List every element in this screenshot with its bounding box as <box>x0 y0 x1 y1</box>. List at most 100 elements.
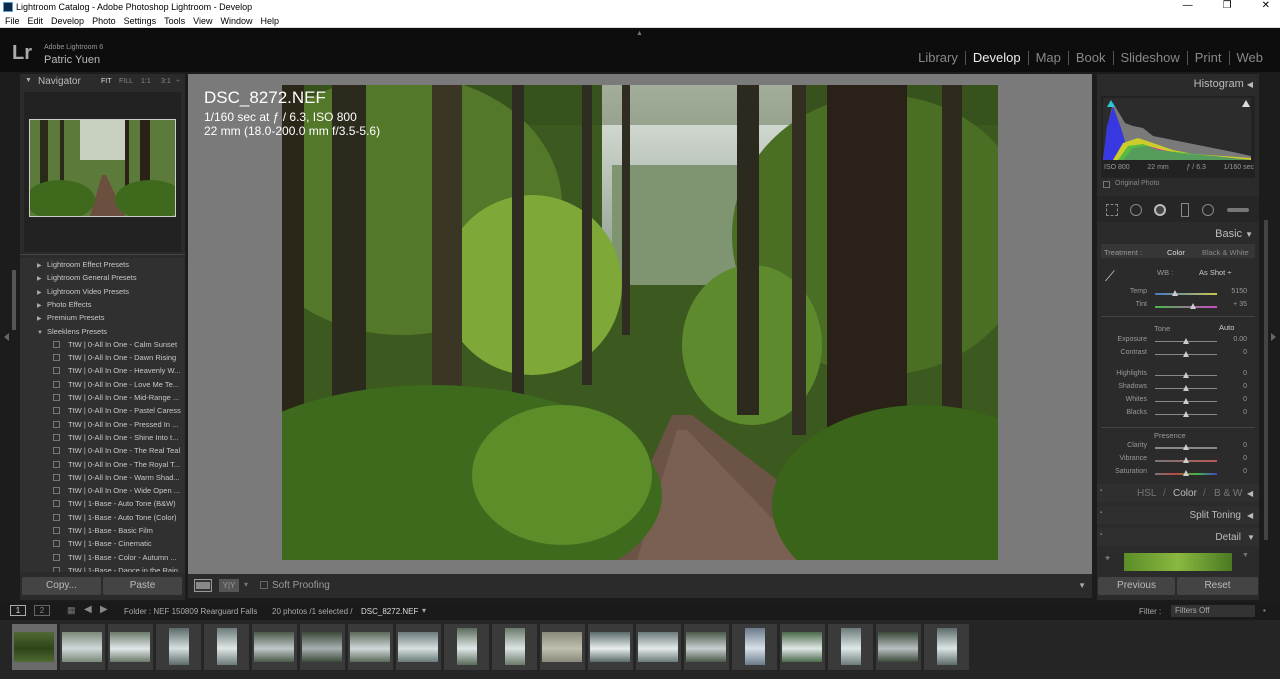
preset-item[interactable]: TtW | 0-All In One - Dawn Rising <box>20 353 185 366</box>
menu-help[interactable]: Help <box>261 14 280 26</box>
hsl-tab[interactable]: HSL <box>1137 488 1156 499</box>
folder-path[interactable]: Folder : NEF 150809 Rearguard Falls <box>124 607 257 616</box>
soft-proofing-checkbox[interactable] <box>260 581 268 589</box>
slider-knob[interactable] <box>1183 470 1189 476</box>
slider-tint[interactable]: Tint + 35 <box>1097 301 1259 313</box>
collapse-top-icon[interactable]: ▲ <box>636 30 643 37</box>
back-arrow-icon[interactable]: ◀ <box>84 604 92 615</box>
slider-clarity[interactable]: Clarity 0 <box>1097 442 1259 454</box>
slider-knob[interactable] <box>1183 372 1189 378</box>
preset-item[interactable]: TtW | 0-All In One - The Real Teal <box>20 446 185 459</box>
primary-view-button[interactable]: 1 <box>10 605 26 616</box>
filmstrip-thumbnail[interactable] <box>828 624 873 670</box>
slider-track[interactable] <box>1155 293 1217 295</box>
module-slideshow[interactable]: Slideshow <box>1112 51 1187 65</box>
zoom-3-1[interactable]: 3:1 <box>161 78 171 85</box>
before-after-button[interactable]: Y|Y <box>219 579 239 592</box>
filmstrip-thumbnail[interactable] <box>12 624 57 670</box>
filmstrip-thumbnail[interactable] <box>492 624 537 670</box>
filmstrip-thumbnail[interactable] <box>732 624 777 670</box>
left-scrollbar[interactable] <box>12 270 16 330</box>
filmstrip-thumbnail[interactable] <box>876 624 921 670</box>
preset-folder[interactable]: ▶ Photo Effects <box>20 300 185 313</box>
menu-photo[interactable]: Photo <box>92 14 116 26</box>
preset-item[interactable]: TtW | 1-Base - Basic Film <box>20 526 185 539</box>
slider-value[interactable]: 0 <box>1243 349 1247 356</box>
filmstrip-thumbnail[interactable] <box>156 624 201 670</box>
slider-value[interactable]: 0 <box>1243 396 1247 403</box>
slider-track[interactable] <box>1155 306 1217 308</box>
slider-value[interactable]: 0 <box>1243 442 1247 449</box>
navigator-header[interactable]: ▼ Navigator FIT FILL 1:1 3:1 ÷ <box>20 74 185 90</box>
filmstrip-thumbnail[interactable] <box>204 624 249 670</box>
filmstrip-thumbnail[interactable] <box>108 624 153 670</box>
menu-settings[interactable]: Settings <box>124 14 157 26</box>
toolbar-menu-icon[interactable]: ▼ <box>1078 581 1086 590</box>
slider-highlights[interactable]: Highlights 0 <box>1097 370 1259 382</box>
slider-value[interactable]: 0 <box>1243 455 1247 462</box>
filmstrip-thumbnail[interactable] <box>300 624 345 670</box>
minimize-button[interactable]: — <box>1183 0 1193 11</box>
preset-folder[interactable]: ▶ Lightroom Video Presets <box>20 287 185 300</box>
slider-knob[interactable] <box>1183 398 1189 404</box>
detail-preview-toggle-icon[interactable]: ▼ <box>1242 552 1249 559</box>
slider-whites[interactable]: Whites 0 <box>1097 396 1259 408</box>
slider-knob[interactable] <box>1183 457 1189 463</box>
preset-item[interactable]: TtW | 1-Base - Auto Tone (B&W) <box>20 499 185 512</box>
preset-item[interactable]: TtW | 0-All In One - Calm Sunset <box>20 340 185 353</box>
paste-button[interactable]: Paste <box>103 577 182 595</box>
module-map[interactable]: Map <box>1027 51 1068 65</box>
right-panel-toggle-icon[interactable] <box>1271 333 1276 341</box>
slider-value[interactable]: 0 <box>1243 409 1247 416</box>
menu-develop[interactable]: Develop <box>51 14 84 26</box>
preset-item[interactable]: TtW | 0-All In One - Pressed In ... <box>20 420 185 433</box>
bw-tab[interactable]: B & W <box>1214 488 1242 499</box>
preset-item[interactable]: TtW | 0-All In One - The Royal T... <box>20 460 185 473</box>
preset-item[interactable]: TtW | 0-All In One - Heavenly W... <box>20 366 185 379</box>
slider-knob[interactable] <box>1183 411 1189 417</box>
menu-view[interactable]: View <box>193 14 212 26</box>
color-tab[interactable]: Color <box>1173 488 1197 499</box>
filmstrip-thumbnail[interactable] <box>444 624 489 670</box>
preset-item[interactable]: TtW | 1-Base - Dance in the Rain <box>20 566 185 572</box>
slider-knob[interactable] <box>1183 351 1189 357</box>
filmstrip-thumbnail[interactable] <box>588 624 633 670</box>
preset-item[interactable]: TtW | 0-All In One - Shine Into t... <box>20 433 185 446</box>
preset-item[interactable]: TtW | 0-All In One - Warm Shad... <box>20 473 185 486</box>
zoom-1-1[interactable]: 1:1 <box>141 78 151 85</box>
maximize-button[interactable]: ❐ <box>1223 0 1232 11</box>
slider-saturation[interactable]: Saturation 0 <box>1097 468 1259 480</box>
zoom-fill[interactable]: FILL <box>119 78 133 85</box>
secondary-view-button[interactable]: 2 <box>34 605 50 616</box>
copy-button[interactable]: Copy... <box>22 577 101 595</box>
filmstrip-thumbnail[interactable] <box>540 624 585 670</box>
grid-icon[interactable]: ▦ <box>67 605 76 616</box>
slider-blacks[interactable]: Blacks 0 <box>1097 409 1259 421</box>
preset-item[interactable]: TtW | 0-All In One - Wide Open ... <box>20 486 185 499</box>
slider-value[interactable]: 0 <box>1243 468 1247 475</box>
filmstrip-thumbnail[interactable] <box>348 624 393 670</box>
slider-value[interactable]: + 35 <box>1233 301 1247 308</box>
slider-value[interactable]: 0 <box>1243 383 1247 390</box>
module-library[interactable]: Library <box>911 51 965 65</box>
filter-select[interactable]: Filters Off <box>1171 605 1255 617</box>
left-panel-toggle-icon[interactable] <box>4 333 9 341</box>
slider-exposure[interactable]: Exposure 0.00 <box>1097 336 1259 348</box>
close-button[interactable]: ✕ <box>1262 0 1270 11</box>
collapse-triangle-icon[interactable]: ▼ <box>25 77 32 84</box>
preset-item[interactable]: TtW | 0-All In One - Pastel Caress <box>20 406 185 419</box>
detail-preview[interactable] <box>1124 553 1232 571</box>
preset-item[interactable]: TtW | 0-All In One - Love Me Te... <box>20 380 185 393</box>
previous-button[interactable]: Previous <box>1098 577 1175 595</box>
detail-header[interactable]: ▪ Detail ▼ <box>1097 528 1259 546</box>
slider-knob[interactable] <box>1183 385 1189 391</box>
module-print[interactable]: Print <box>1186 51 1229 65</box>
filmstrip-thumbnail[interactable] <box>780 624 825 670</box>
slider-knob[interactable] <box>1183 338 1189 344</box>
slider-value[interactable]: 0 <box>1243 370 1247 377</box>
zoom-dropdown-icon[interactable]: ÷ <box>176 78 180 85</box>
slider-knob[interactable] <box>1183 444 1189 450</box>
menu-edit[interactable]: Edit <box>28 14 44 26</box>
filmstrip-thumbnail[interactable] <box>684 624 729 670</box>
preset-item[interactable]: TtW | 1-Base - Color - Autumn ... <box>20 553 185 566</box>
